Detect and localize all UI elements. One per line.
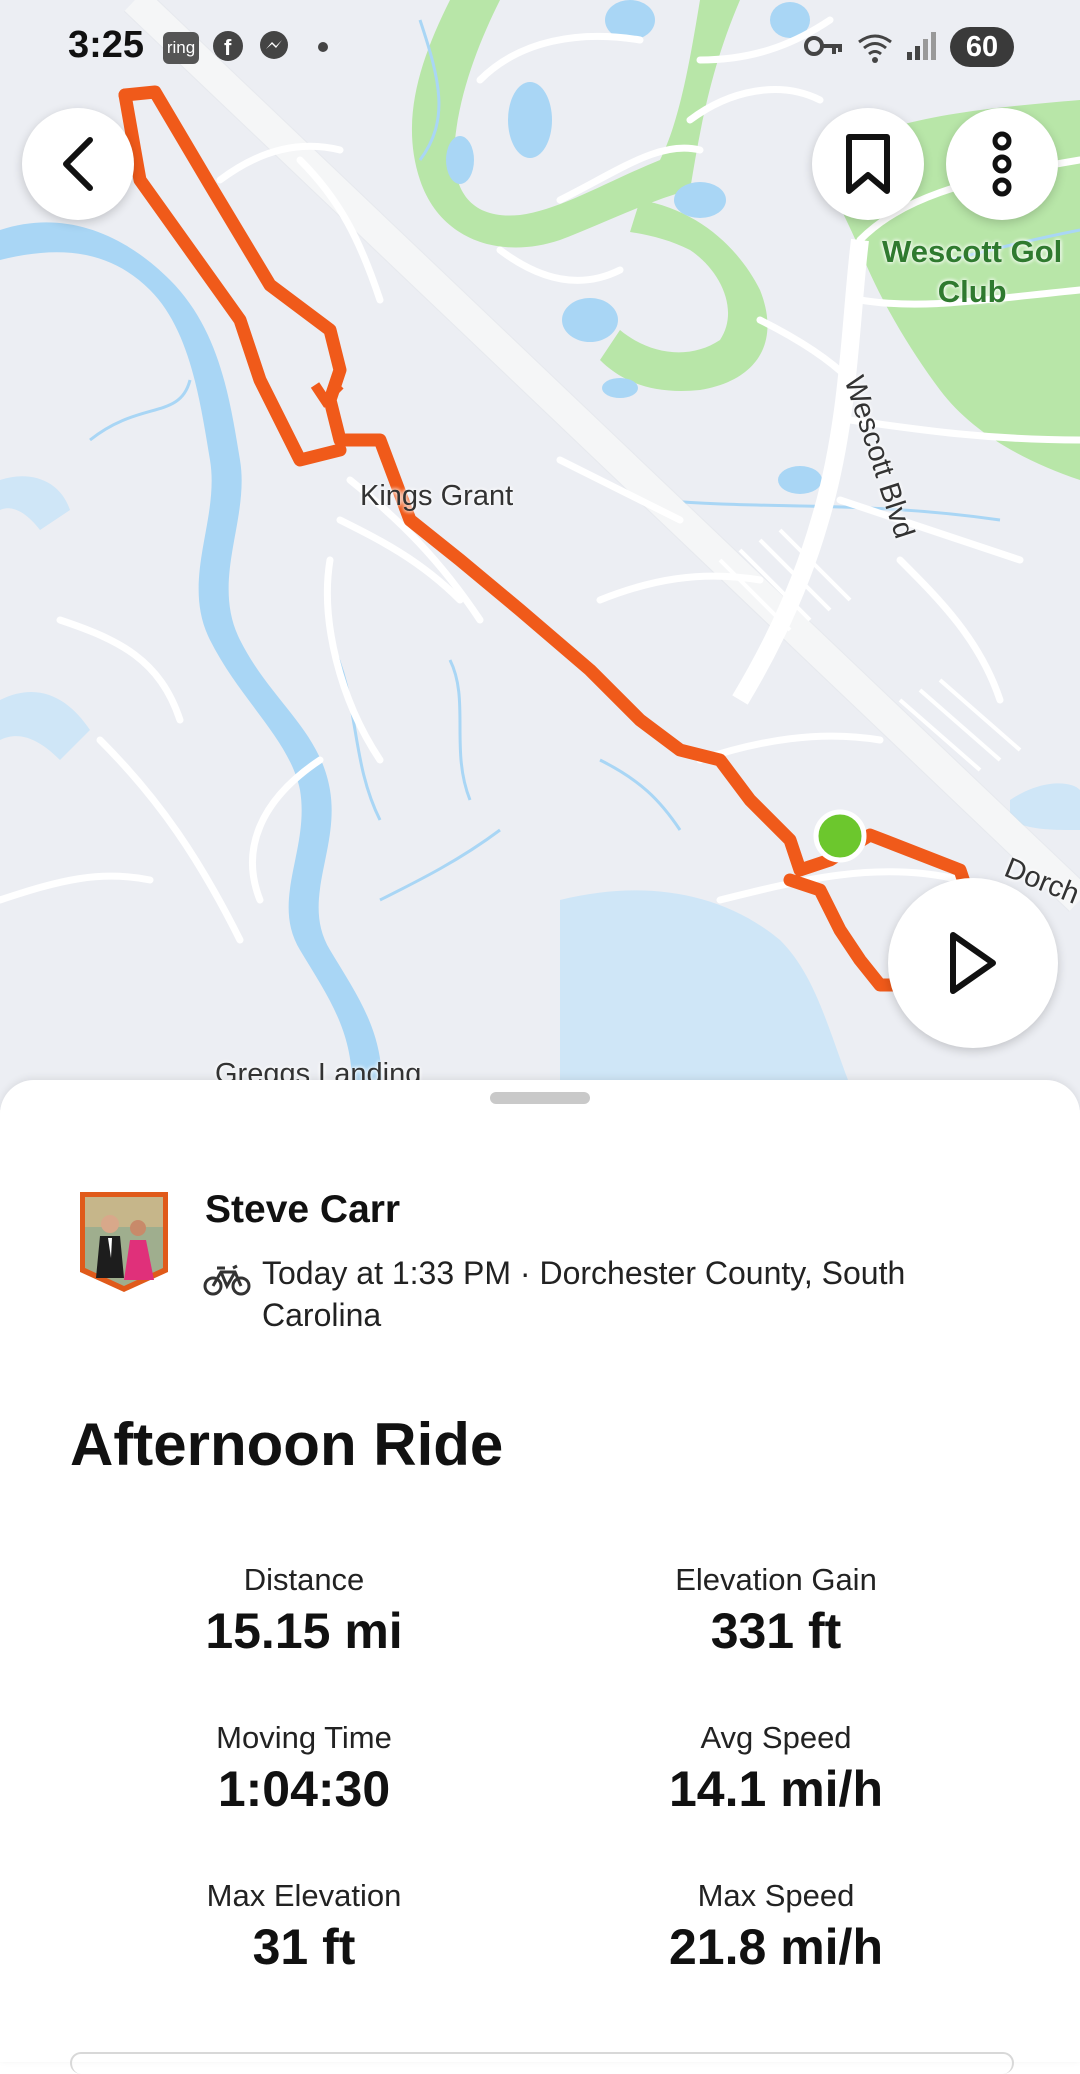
more-button[interactable] bbox=[946, 108, 1058, 220]
messenger-icon bbox=[258, 30, 290, 67]
bookmark-icon bbox=[846, 134, 890, 194]
bookmark-button[interactable] bbox=[812, 108, 924, 220]
stat-value: 31 ft bbox=[252, 1919, 356, 1975]
stat-label: Max Elevation bbox=[206, 1878, 402, 1913]
stat-max-speed: Max Speed 21.8 mi/h bbox=[576, 1878, 976, 1976]
avatar[interactable] bbox=[76, 1188, 172, 1294]
activity-title: Afternoon Ride bbox=[70, 1411, 504, 1478]
stat-label: Moving Time bbox=[216, 1720, 392, 1755]
stat-value: 331 ft bbox=[710, 1603, 842, 1659]
next-card-edge bbox=[70, 2052, 1014, 2074]
athlete-name[interactable]: Steve Carr bbox=[205, 1188, 400, 1232]
stat-label: Max Speed bbox=[697, 1878, 855, 1913]
stat-avg-speed: Avg Speed 14.1 mi/h bbox=[576, 1720, 976, 1818]
key-icon bbox=[804, 30, 844, 67]
map-label-wescott-golf-line2: Club bbox=[937, 274, 1007, 309]
stat-value: 21.8 mi/h bbox=[669, 1919, 883, 1975]
map-label-wescott-golf-line1: Wescott Gol bbox=[882, 234, 1063, 269]
activity-meta: Today at 1:33 PM · Dorchester County, So… bbox=[262, 1255, 906, 1333]
play-flyover-button[interactable] bbox=[888, 878, 1058, 1048]
stat-value: 14.1 mi/h bbox=[669, 1761, 883, 1817]
stat-value: 1:04:30 bbox=[217, 1761, 391, 1817]
sheet-drag-handle[interactable] bbox=[490, 1092, 590, 1104]
battery-icon: 60 bbox=[950, 27, 1014, 67]
play-icon bbox=[950, 932, 996, 994]
status-time: 3:25 bbox=[68, 24, 145, 66]
stat-value: 15.15 mi bbox=[205, 1603, 403, 1659]
stat-label: Elevation Gain bbox=[675, 1562, 877, 1597]
back-icon bbox=[63, 137, 93, 191]
facebook-icon: f bbox=[212, 30, 244, 67]
status-bar: 3:25 ring f 60 bbox=[0, 0, 1080, 95]
wifi-icon bbox=[855, 30, 895, 69]
map-label-wescott-golf: Wescott Gol Club bbox=[882, 232, 1062, 312]
stat-elevation-gain: Elevation Gain 331 ft bbox=[576, 1562, 976, 1660]
bike-icon bbox=[203, 1262, 251, 1303]
stat-label: Avg Speed bbox=[700, 1720, 852, 1755]
stat-distance: Distance 15.15 mi bbox=[104, 1562, 504, 1660]
stat-label: Distance bbox=[243, 1562, 365, 1597]
activity-sheet: Steve Carr Today at 1:33 PM · Dorchester… bbox=[0, 1080, 1080, 2074]
more-vertical-icon bbox=[992, 131, 1012, 197]
ring-icon: ring bbox=[163, 32, 199, 64]
map-label-kings-grant: Kings Grant bbox=[360, 480, 514, 512]
svg-text:f: f bbox=[224, 35, 232, 60]
back-button[interactable] bbox=[22, 108, 134, 220]
stat-moving-time: Moving Time 1:04:30 bbox=[104, 1720, 504, 1818]
stat-max-elevation: Max Elevation 31 ft bbox=[104, 1878, 504, 1976]
dot-icon bbox=[318, 42, 328, 52]
signal-icon bbox=[905, 30, 939, 67]
